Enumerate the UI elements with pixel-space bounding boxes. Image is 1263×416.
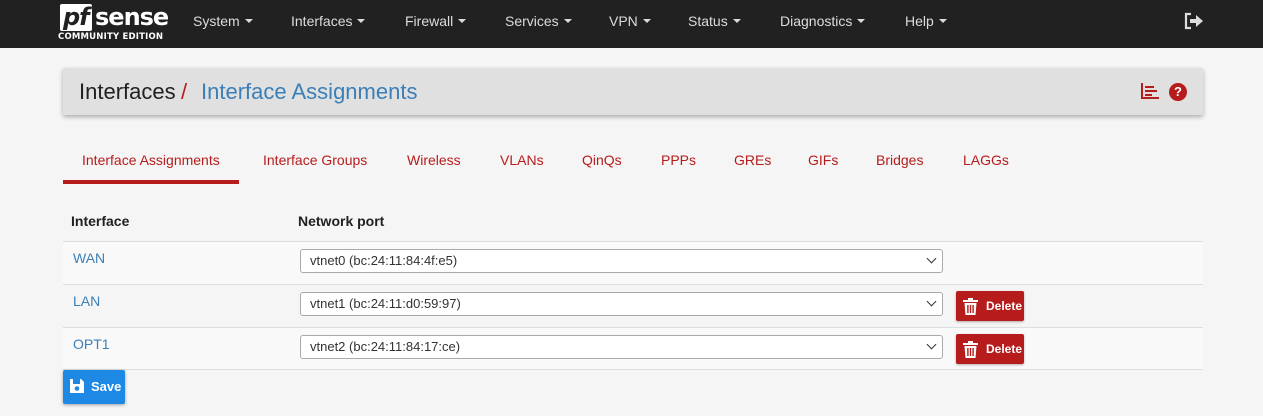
tab-label: LAGGs [963, 152, 1009, 168]
caret-down-icon [642, 19, 651, 24]
interface-link-wan[interactable]: WAN [73, 250, 105, 266]
tab-interface-groups[interactable]: Interface Groups [244, 144, 386, 184]
nav-system-label: System [193, 13, 240, 29]
tab-label: VLANs [500, 152, 544, 168]
nav-interfaces[interactable]: Interfaces [291, 0, 366, 42]
column-header-interface: Interface [71, 213, 130, 229]
tab-gifs[interactable]: GIFs [789, 144, 857, 184]
breadcrumb-current[interactable]: Interface Assignments [201, 79, 417, 105]
tab-qinqs[interactable]: QinQs [563, 144, 641, 184]
nav-help-label: Help [905, 13, 934, 29]
tab-bridges[interactable]: Bridges [857, 144, 942, 184]
table-row: WAN vtnet0 (bc:24:11:84:4f:e5) [63, 241, 1203, 284]
help-icon[interactable]: ? [1169, 83, 1187, 101]
nav-system[interactable]: System [193, 0, 253, 42]
breadcrumb-separator: / [181, 79, 188, 104]
network-port-select-opt1[interactable]: vtnet2 (bc:24:11:84:17:ce) [300, 335, 943, 359]
breadcrumb-root[interactable]: Interfaces [79, 79, 176, 105]
tab-interface-assignments[interactable]: Interface Assignments [63, 144, 239, 184]
table-row: OPT1 vtnet2 (bc:24:11:84:17:ce) Delete [63, 327, 1203, 370]
nav-firewall[interactable]: Firewall [405, 0, 467, 42]
caret-down-icon [563, 19, 572, 24]
caret-down-icon [244, 19, 253, 24]
tab-label: GREs [734, 152, 772, 168]
nav-services-label: Services [505, 13, 559, 29]
interface-link-lan[interactable]: LAN [73, 293, 100, 309]
logo-sense: sense [95, 3, 169, 31]
table-bottom-divider [63, 369, 1203, 370]
caret-down-icon [732, 19, 741, 24]
chart-icon[interactable] [1141, 83, 1159, 99]
caret-down-icon [357, 19, 366, 24]
tab-label: GIFs [808, 152, 839, 168]
tab-label: PPPs [661, 152, 697, 168]
delete-button-lan[interactable]: Delete [956, 291, 1024, 321]
caret-down-icon [857, 19, 866, 24]
nav-vpn[interactable]: VPN [609, 0, 651, 42]
tab-gres[interactable]: GREs [715, 144, 790, 184]
table-row: LAN vtnet1 (bc:24:11:d0:59:97) Delete [63, 284, 1203, 327]
tab-label: Interface Groups [263, 152, 368, 168]
nav-diagnostics-label: Diagnostics [780, 13, 853, 29]
caret-down-icon [938, 19, 947, 24]
sign-out-icon[interactable] [1184, 12, 1204, 30]
help-icon-glyph: ? [1174, 84, 1182, 99]
network-port-select-wan[interactable]: vtnet0 (bc:24:11:84:4f:e5) [300, 249, 943, 273]
nav-help[interactable]: Help [905, 0, 947, 42]
logo-edition: COMMUNITY EDITION [58, 32, 164, 42]
nav-status-label: Status [688, 13, 728, 29]
tab-label: Bridges [876, 152, 924, 168]
nav-interfaces-label: Interfaces [291, 13, 353, 29]
save-button-label: Save [91, 379, 122, 394]
select-value: vtnet2 (bc:24:11:84:17:ce) [310, 339, 461, 354]
tab-laggs[interactable]: LAGGs [944, 144, 1028, 184]
chevron-down-icon [926, 296, 937, 307]
tab-label: Wireless [407, 152, 461, 168]
interface-link-opt1[interactable]: OPT1 [73, 336, 110, 352]
nav-diagnostics[interactable]: Diagnostics [780, 0, 866, 42]
save-button[interactable]: Save [63, 370, 125, 404]
tab-ppps[interactable]: PPPs [642, 144, 715, 184]
page-header-panel: Interfaces / Interface Assignments ? [63, 68, 1203, 115]
nav-services[interactable]: Services [505, 0, 572, 42]
chevron-down-icon [926, 253, 937, 264]
tab-label: QinQs [582, 152, 622, 168]
tab-vlans[interactable]: VLANs [481, 144, 563, 184]
nav-status[interactable]: Status [688, 0, 741, 42]
trash-icon [963, 298, 978, 315]
trash-icon [963, 341, 978, 358]
delete-button-label: Delete [986, 342, 1023, 356]
delete-button-opt1[interactable]: Delete [956, 334, 1024, 364]
nav-firewall-label: Firewall [405, 13, 454, 29]
floppy-disk-icon [70, 379, 84, 393]
tab-label: Interface Assignments [82, 152, 220, 168]
pfsense-logo[interactable]: pf sense COMMUNITY EDITION [58, 4, 169, 44]
select-value: vtnet1 (bc:24:11:d0:59:97) [310, 296, 461, 311]
caret-down-icon [458, 19, 467, 24]
nav-vpn-label: VPN [609, 13, 638, 29]
chevron-down-icon [926, 339, 937, 350]
logo-pf: pf [60, 4, 92, 31]
delete-button-label: Delete [986, 299, 1023, 313]
top-navbar: pf sense COMMUNITY EDITION System Interf… [0, 0, 1263, 48]
tab-wireless[interactable]: Wireless [388, 144, 480, 184]
network-port-select-lan[interactable]: vtnet1 (bc:24:11:d0:59:97) [300, 292, 943, 316]
column-header-network-port: Network port [298, 213, 385, 229]
select-value: vtnet0 (bc:24:11:84:4f:e5) [310, 253, 458, 268]
